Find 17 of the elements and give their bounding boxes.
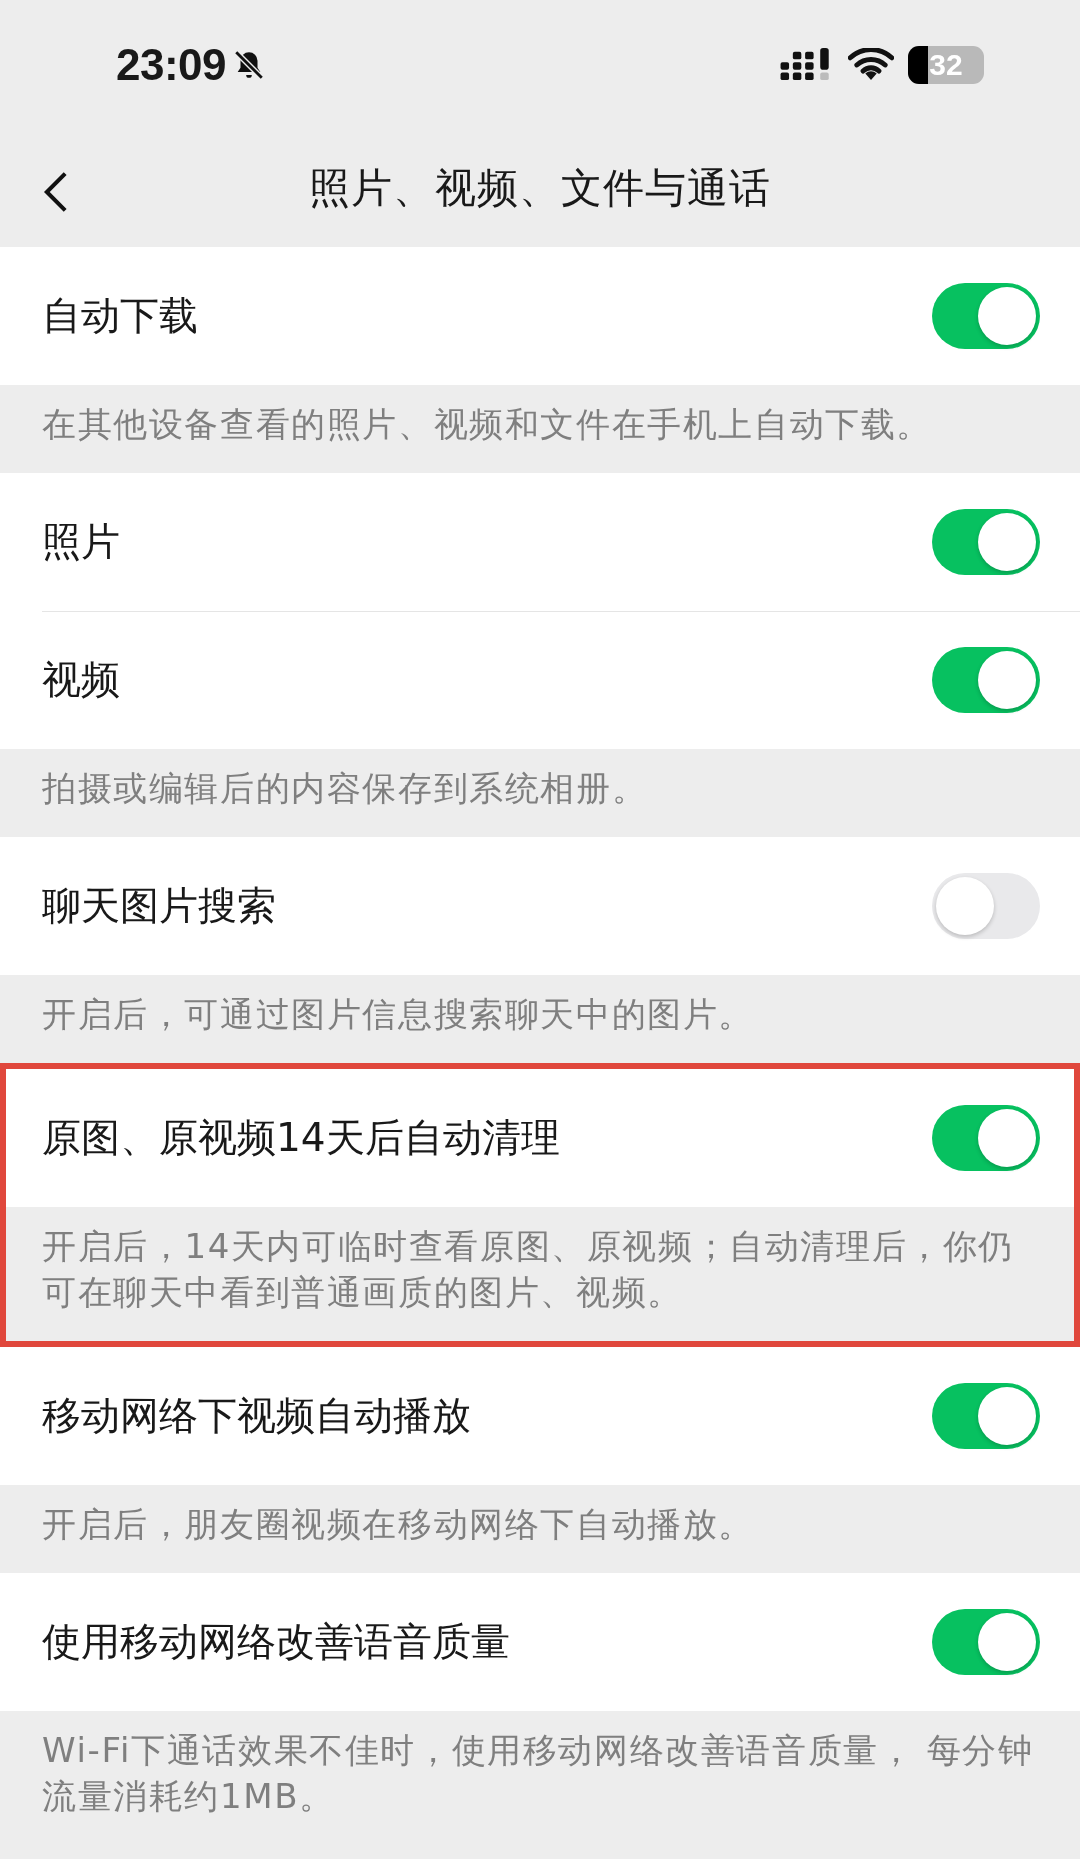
setting-description: 开启后，14天内可临时查看原图、原视频；自动清理后，你仍可在聊天中看到普通画质的图片、视频。 [41,1225,1016,1314]
setting-label: 聊天图片搜索 [42,882,276,930]
setting-description: 开启后，可通过图片信息搜索聊天中的图片。 [41,993,755,1036]
setting-description: 拍摄或编辑后的内容保存到系统相册。 [41,767,649,810]
setting-label: 视频 [42,656,120,704]
wifi-icon [848,48,894,82]
setting-description: 在其他设备查看的照片、视频和文件在手机上自动下载。 [41,403,933,446]
setting-label: 照片 [42,518,120,566]
setting-label: 自动下载 [42,292,198,340]
setting-description: 开启后，朋友圈视频在移动网络下自动播放。 [41,1503,755,1546]
setting-label: 使用移动网络改善语音质量 [42,1618,510,1666]
setting-description: Wi-Fi下通话效果不佳时，使用移动网络改善语音质量， 每分钟流量消耗约1MB。 [41,1729,1035,1818]
status-time: 23:09 [116,40,227,90]
setting-label: 移动网络下视频自动播放 [42,1392,471,1440]
page-title: 照片、视频、文件与通话 [309,163,771,214]
setting-label: 原图、原视频14天后自动清理 [42,1114,560,1162]
battery-indicator: 32 [908,46,984,84]
